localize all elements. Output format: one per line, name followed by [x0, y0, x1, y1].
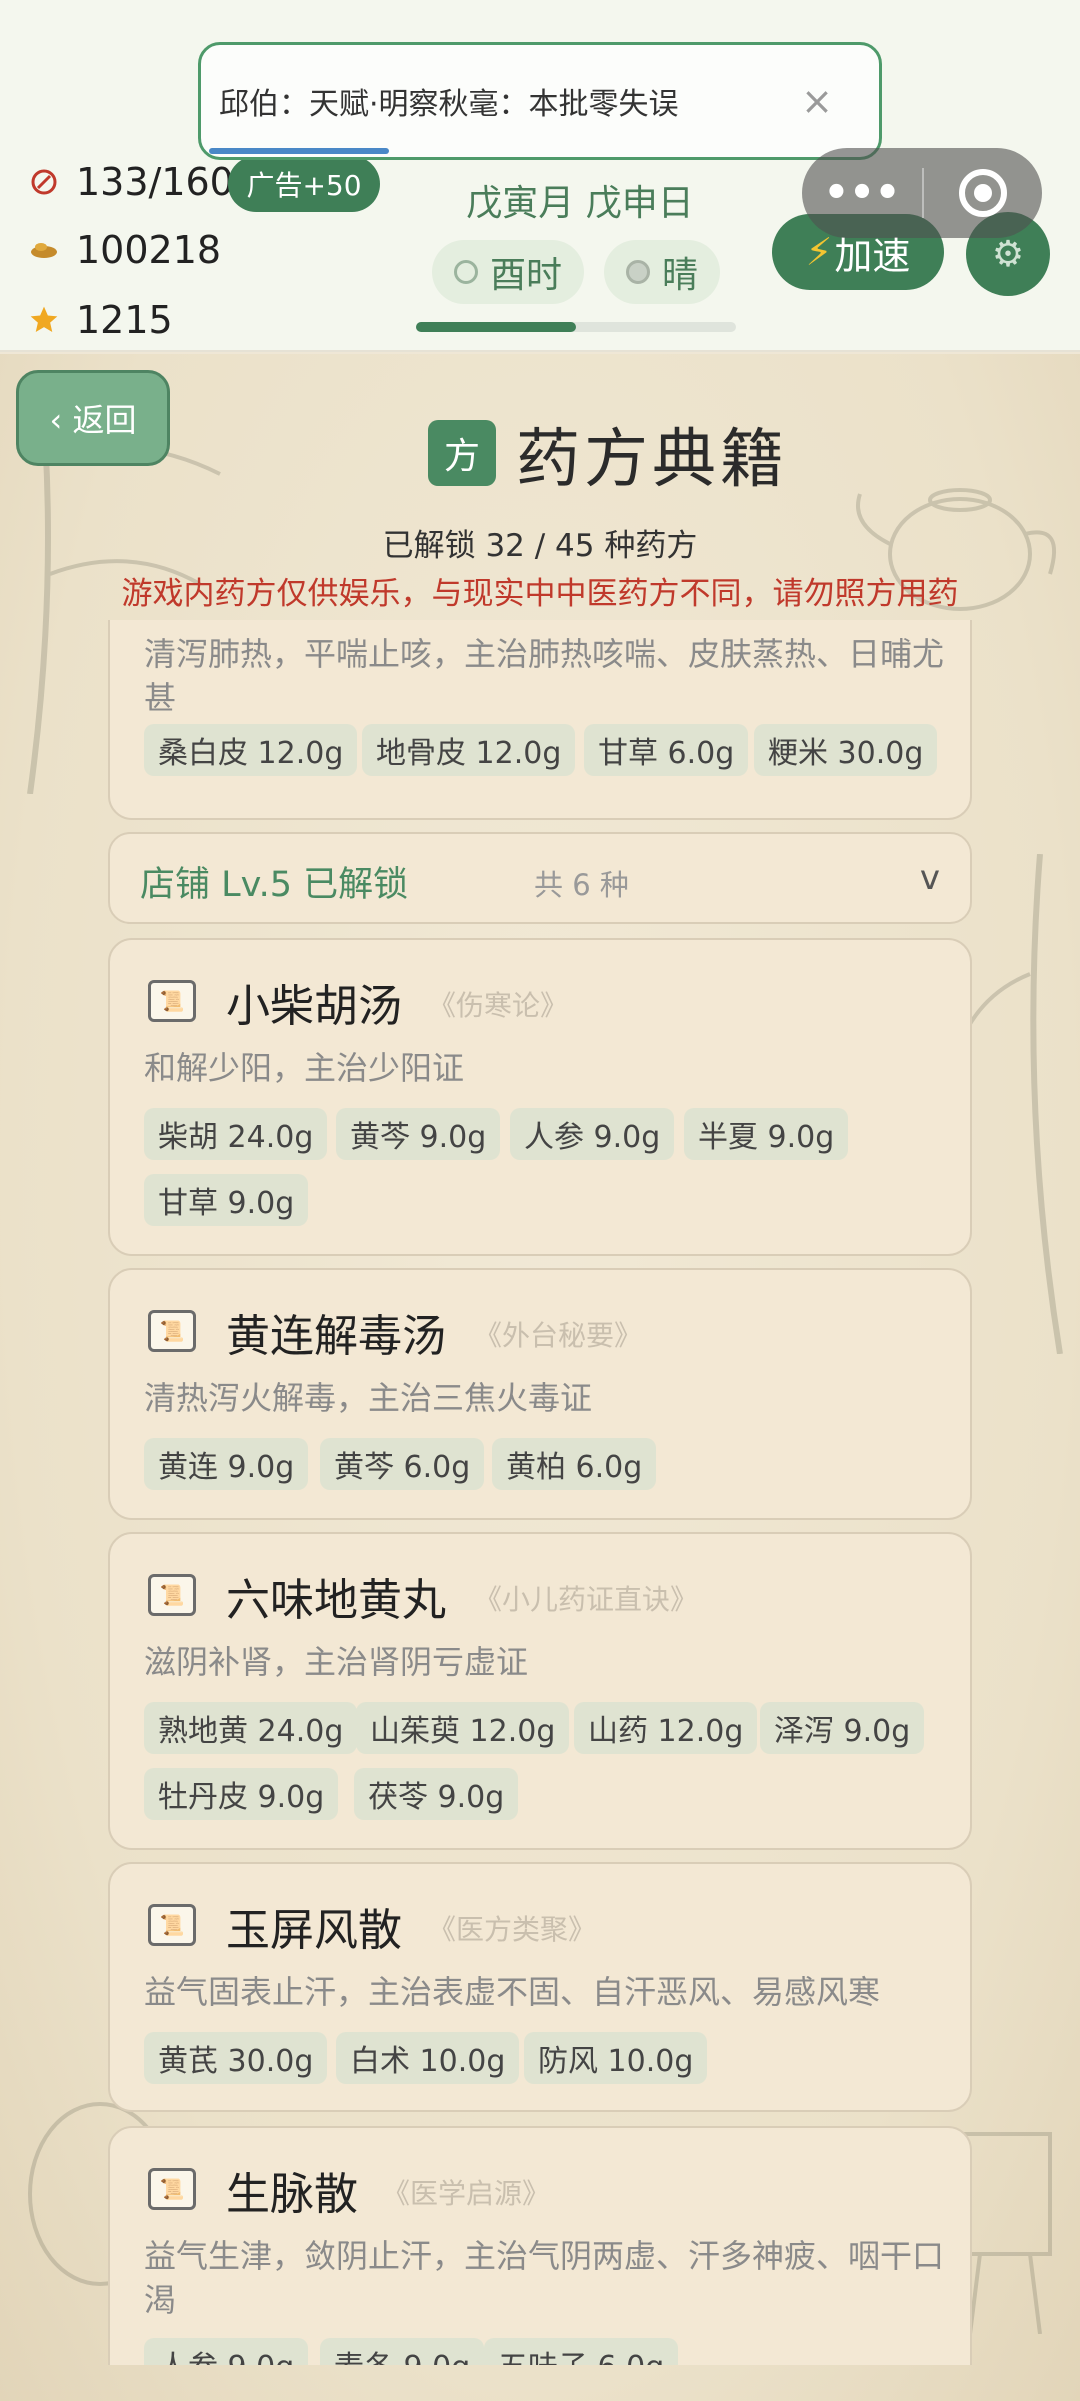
- coins-resource: 100218: [28, 228, 221, 272]
- recipe-name: 黄连解毒汤: [226, 1311, 446, 1362]
- recipe-description: 益气生津，敛阴止汗，主治气阴两虚、汗多神疲、咽干口渴: [144, 2237, 945, 2319]
- miniprogram-capsule: •••: [802, 148, 1042, 238]
- lightning-icon: ⚡: [805, 230, 833, 274]
- ingredient-tag: 牡丹皮 9.0g: [144, 1768, 339, 1820]
- ingredient-tag: 半夏 9.0g: [684, 1108, 849, 1160]
- ingredient-tag: 熟地黄 24.0g: [144, 1702, 358, 1754]
- ingredient-tag: 泽泻 9.0g: [760, 1702, 925, 1754]
- recipe-badge-icon: 方: [428, 420, 496, 486]
- recipe-name: 生脉散: [226, 2169, 358, 2220]
- recipe-source: 《小儿药证直诀》: [474, 1583, 699, 1616]
- ingredient-tag: 白术 10.0g: [336, 2032, 520, 2084]
- recipe-card[interactable]: 📜 黄连解毒汤 《外台秘要》 清热泻火解毒，主治三焦火毒证 黄连 9.0g 黄芩…: [108, 1268, 972, 1520]
- ingredient-tag: 地骨皮 12.0g: [362, 724, 576, 776]
- toast-message: 邱伯：天赋·明察秋毫：本批零失误: [219, 87, 679, 122]
- calendar-date: 戊寅月 戊申日: [466, 183, 694, 224]
- ingredient-tag: 黄芩 6.0g: [320, 1438, 485, 1490]
- ingredient-tag: 黄芩 9.0g: [336, 1108, 501, 1160]
- recipe-source: 《医方类聚》: [428, 1913, 597, 1946]
- energy-value: 133/160: [76, 160, 234, 204]
- recipe-name: 六味地黄丸: [226, 1575, 446, 1626]
- ingredient-tag: 人参 9.0g: [510, 1108, 675, 1160]
- chevron-down-icon[interactable]: v: [920, 858, 940, 898]
- recipe-card[interactable]: 📜 生脉散 《医学启源》 益气生津，敛阴止汗，主治气阴两虚、汗多神疲、咽干口渴 …: [108, 2126, 972, 2365]
- ingredient-tag: 麦冬 9.0g: [320, 2338, 485, 2365]
- recipe-description: 清泻肺热，平喘止咳，主治肺热咳喘、皮肤蒸热、日晡尤甚: [144, 635, 945, 717]
- ingredient-tag: 山茱萸 12.0g: [356, 1702, 570, 1754]
- disclaimer-text: 游戏内药方仅供娱乐，与现实中中医药方不同，请勿照方用药: [121, 576, 959, 612]
- group-count: 共 6 种: [534, 868, 629, 902]
- day-progress-fill: [416, 322, 576, 332]
- recipe-description: 益气固表止汗，主治表虚不固、自汗恶风、易感风寒: [144, 1973, 881, 2011]
- toast-timer-bar: [209, 148, 389, 154]
- unlock-count: 已解锁 32 / 45 种药方: [382, 528, 698, 564]
- recipe-card-partial[interactable]: 清泻肺热，平喘止咳，主治肺热咳喘、皮肤蒸热、日晡尤甚 桑白皮 12.0g 地骨皮…: [108, 620, 972, 820]
- gear-icon: ⚙: [991, 233, 1025, 275]
- recipe-card[interactable]: 📜 六味地黄丸 《小儿药证直诀》 滋阴补肾，主治肾阴亏虚证 熟地黄 24.0g …: [108, 1532, 972, 1850]
- ingredient-tag: 防风 10.0g: [524, 2032, 708, 2084]
- scroll-icon: 📜: [148, 1310, 196, 1352]
- weather-label: 晴: [662, 255, 699, 296]
- hour-label: 酉时: [490, 255, 563, 296]
- coins-value: 100218: [76, 228, 222, 272]
- ingredient-tag: 人参 9.0g: [144, 2338, 309, 2365]
- recipe-card[interactable]: 📜 小柴胡汤 《伤寒论》 和解少阳，主治少阳证 柴胡 24.0g 黄芩 9.0g…: [108, 938, 972, 1256]
- star-icon: [28, 304, 60, 336]
- ingredient-tag: 茯苓 9.0g: [354, 1768, 519, 1820]
- exit-miniprogram-icon[interactable]: [924, 169, 1042, 217]
- close-icon[interactable]: ×: [801, 79, 833, 123]
- recipe-description: 清热泻火解毒，主治三焦火毒证: [144, 1379, 593, 1417]
- scroll-icon: 📜: [148, 1574, 196, 1616]
- energy-icon: [28, 166, 60, 198]
- ingredient-tag: 五味子 6.0g: [484, 2338, 679, 2365]
- recipe-source: 《医学启源》: [382, 2177, 551, 2210]
- scroll-icon: 📜: [148, 1904, 196, 1946]
- page-title: 药方典籍: [516, 423, 788, 497]
- ingredient-tag: 山药 12.0g: [574, 1702, 758, 1754]
- weather-chip: 晴: [604, 240, 721, 304]
- sun-icon: [626, 260, 650, 284]
- stars-resource: 1215: [28, 298, 173, 342]
- more-menu-icon[interactable]: •••: [802, 170, 922, 216]
- ingredient-tag: 粳米 30.0g: [754, 724, 938, 776]
- ingredient-tag: 柴胡 24.0g: [144, 1108, 328, 1160]
- ingredient-tag: 甘草 9.0g: [144, 1174, 309, 1226]
- recipe-card[interactable]: 📜 玉屏风散 《医方类聚》 益气固表止汗，主治表虚不固、自汗恶风、易感风寒 黄芪…: [108, 1862, 972, 2112]
- ingredient-tag: 桑白皮 12.0g: [144, 724, 358, 776]
- stars-value: 1215: [76, 298, 173, 342]
- ingredient-tag: 黄柏 6.0g: [492, 1438, 657, 1490]
- shop-level-group-header[interactable]: 店铺 Lv.5 已解锁 共 6 种 v: [108, 832, 972, 924]
- group-title: 店铺 Lv.5 已解锁: [140, 865, 409, 905]
- recipe-source: 《外台秘要》: [474, 1319, 643, 1352]
- recipe-description: 滋阴补肾，主治肾阴亏虚证: [144, 1643, 529, 1681]
- ingredient-tag: 黄连 9.0g: [144, 1438, 309, 1490]
- back-button[interactable]: ‹ 返回: [16, 370, 170, 466]
- recipe-source: 《伤寒论》: [428, 989, 569, 1022]
- day-progress-bar: [416, 322, 736, 332]
- clock-icon: [454, 260, 478, 284]
- energy-resource: 133/160: [28, 160, 234, 204]
- ad-bonus-button[interactable]: 广告+50: [228, 156, 380, 212]
- talent-toast: 邱伯：天赋·明察秋毫：本批零失误 ×: [198, 42, 882, 160]
- recipe-name: 玉屏风散: [226, 1905, 402, 1956]
- recipe-description: 和解少阳，主治少阳证: [144, 1049, 465, 1087]
- recipe-name: 小柴胡汤: [226, 981, 402, 1032]
- scroll-icon: 📜: [148, 980, 196, 1022]
- scroll-icon: 📜: [148, 2168, 196, 2210]
- hour-chip: 酉时: [432, 240, 585, 304]
- ingredient-tag: 黄芪 30.0g: [144, 2032, 328, 2084]
- coin-icon: [28, 234, 60, 266]
- ingredient-tag: 甘草 6.0g: [584, 724, 749, 776]
- recipe-list[interactable]: 清泻肺热，平喘止咳，主治肺热咳喘、皮肤蒸热、日晡尤甚 桑白皮 12.0g 地骨皮…: [0, 620, 1080, 2365]
